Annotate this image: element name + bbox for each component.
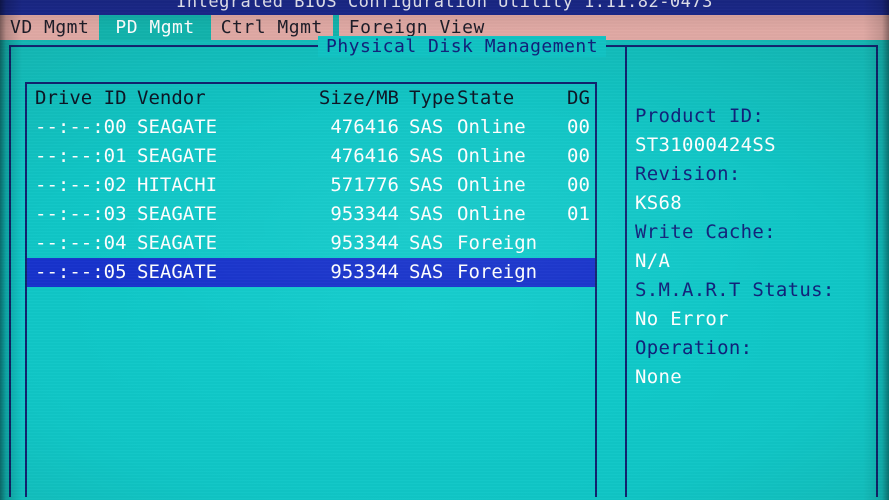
table-row[interactable]: --:--:02 HITACHI 571776 SAS Online 00 bbox=[27, 171, 595, 200]
info-value: KS68 bbox=[635, 192, 682, 214]
column-header-vendor: Vendor bbox=[137, 87, 206, 109]
info-label: Product ID: bbox=[635, 105, 765, 127]
disk-info-list: Product ID: ST31000424SS Revision: KS68 Writ… bbox=[635, 102, 874, 392]
table-row[interactable]: --:--:03 SEAGATE 953344 SAS Online 01 bbox=[27, 200, 595, 229]
title-bar: Integrated BIOS Configuration Utility 1.… bbox=[0, 0, 889, 15]
cell-size: 953344 bbox=[330, 261, 399, 283]
cell-dg: 00 bbox=[567, 116, 590, 138]
cell-state: Online bbox=[457, 145, 526, 167]
column-header-state: State bbox=[457, 87, 515, 109]
cell-type: SAS bbox=[409, 261, 444, 283]
cell-vendor: SEAGATE bbox=[137, 145, 218, 167]
table-row[interactable]: --:--:04 SEAGATE 953344 SAS Foreign bbox=[27, 229, 595, 258]
info-value: ST31000424SS bbox=[635, 134, 776, 156]
cell-type: SAS bbox=[409, 174, 444, 196]
cell-state: Foreign bbox=[457, 261, 538, 283]
cell-drive-id: --:--:02 bbox=[35, 174, 127, 196]
menu-tab-vd-mgmt[interactable]: VD Mgmt bbox=[0, 15, 100, 40]
title-bar-text: Integrated BIOS Configuration Utility 1.… bbox=[176, 0, 713, 12]
info-label: Revision: bbox=[635, 163, 741, 185]
column-header-type: Type bbox=[409, 87, 455, 109]
cell-vendor: SEAGATE bbox=[137, 203, 218, 225]
cell-state: Online bbox=[457, 203, 526, 225]
cell-type: SAS bbox=[409, 116, 444, 138]
cell-dg: 00 bbox=[567, 174, 590, 196]
cell-size: 953344 bbox=[330, 232, 399, 254]
info-label: Operation: bbox=[635, 337, 753, 359]
cell-drive-id: --:--:04 bbox=[35, 232, 127, 254]
cell-dg: 01 bbox=[567, 203, 590, 225]
cell-vendor: SEAGATE bbox=[137, 261, 218, 283]
menu-tab-pd-mgmt[interactable]: PD Mgmt bbox=[105, 15, 205, 40]
column-header-drive-id: Drive ID bbox=[35, 87, 127, 109]
cell-drive-id: --:--:00 bbox=[35, 116, 127, 138]
cell-size: 571776 bbox=[330, 174, 399, 196]
info-value: None bbox=[635, 366, 682, 388]
cell-type: SAS bbox=[409, 232, 444, 254]
cell-vendor: SEAGATE bbox=[137, 116, 218, 138]
cell-size: 953344 bbox=[330, 203, 399, 225]
cell-size: 476416 bbox=[330, 116, 399, 138]
cell-drive-id: --:--:01 bbox=[35, 145, 127, 167]
cell-vendor: HITACHI bbox=[137, 174, 218, 196]
info-label: S.M.A.R.T Status: bbox=[635, 279, 835, 301]
cell-dg: 00 bbox=[567, 145, 590, 167]
cell-type: SAS bbox=[409, 203, 444, 225]
physical-disk-table-frame: Drive ID Vendor Size/MB Type State DG --:--:00… bbox=[25, 82, 597, 497]
info-value: N/A bbox=[635, 250, 671, 272]
cell-state: Online bbox=[457, 174, 526, 196]
disk-info-panel: Product ID: ST31000424SS Revision: KS68 Writ… bbox=[625, 45, 878, 497]
cell-state: Foreign bbox=[457, 232, 538, 254]
info-label: Write Cache: bbox=[635, 221, 776, 243]
column-header-dg: DG bbox=[567, 87, 590, 109]
cell-drive-id: --:--:03 bbox=[35, 203, 127, 225]
cell-size: 476416 bbox=[330, 145, 399, 167]
cell-vendor: SEAGATE bbox=[137, 232, 218, 254]
table-row[interactable]: --:--:05 SEAGATE 953344 SAS Foreign bbox=[27, 258, 595, 287]
page-title: Physical Disk Management bbox=[318, 36, 607, 57]
physical-disk-table: Drive ID Vendor Size/MB Type State DG --:--:00… bbox=[27, 84, 595, 287]
table-row[interactable]: --:--:00 SEAGATE 476416 SAS Online 00 bbox=[27, 113, 595, 142]
column-header-size: Size/MB bbox=[318, 87, 399, 109]
cell-type: SAS bbox=[409, 145, 444, 167]
cell-state: Online bbox=[457, 116, 526, 138]
cell-drive-id: --:--:05 bbox=[35, 261, 127, 283]
table-header-row: Drive ID Vendor Size/MB Type State DG bbox=[27, 84, 595, 113]
table-row[interactable]: --:--:01 SEAGATE 476416 SAS Online 00 bbox=[27, 142, 595, 171]
menu-tab-ctrl-mgmt[interactable]: Ctrl Mgmt bbox=[210, 15, 333, 40]
info-value: No Error bbox=[635, 308, 729, 330]
bios-utility-screen: Integrated BIOS Configuration Utility 1.… bbox=[0, 0, 889, 500]
